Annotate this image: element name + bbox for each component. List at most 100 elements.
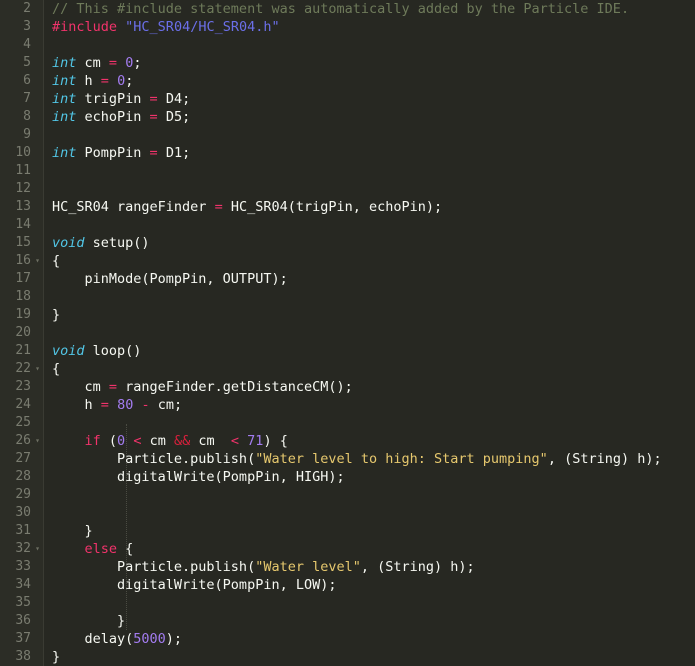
line-number-22[interactable]: 22 ▾ — [0, 360, 44, 378]
code-token: delay( — [52, 631, 134, 647]
code-token: cm; — [149, 397, 183, 413]
line-number-19[interactable]: 19 — [0, 306, 44, 324]
line-number-18[interactable]: 18 — [0, 288, 44, 306]
code-token: int — [52, 91, 77, 107]
code-line[interactable]: delay(5000); — [44, 630, 695, 648]
code-token: ; — [125, 73, 134, 89]
code-line[interactable]: else { — [44, 540, 695, 558]
line-number-23[interactable]: 23 — [0, 378, 44, 396]
code-line[interactable] — [44, 504, 695, 522]
line-number-10[interactable]: 10 — [0, 144, 44, 162]
code-line[interactable]: } — [44, 306, 695, 324]
line-number-9[interactable]: 9 — [0, 126, 44, 144]
code-line[interactable]: Particle.publish("Water level to high: S… — [44, 450, 695, 468]
code-content-area[interactable]: // This #include statement was automatic… — [44, 0, 695, 666]
code-line[interactable]: { — [44, 252, 695, 270]
code-line[interactable]: pinMode(PompPin, OUTPUT); — [44, 270, 695, 288]
code-line[interactable]: Particle.publish("Water level", (String)… — [44, 558, 695, 576]
line-number-24[interactable]: 24 — [0, 396, 44, 414]
code-token: { — [52, 361, 61, 377]
code-token: // This #include statement was automatic… — [52, 1, 630, 17]
line-number-12[interactable]: 12 — [0, 180, 44, 198]
code-line[interactable]: h = 80 - cm; — [44, 396, 695, 414]
code-editor[interactable]: 2 3 4 5 6 7 8 9 10 11 12 13 14 15 16 ▾ 17 18 19 20 21 22 ▾ 23 24… — [0, 0, 695, 666]
code-line[interactable] — [44, 216, 695, 234]
code-line[interactable] — [44, 594, 695, 612]
chevron-down-icon[interactable]: ▾ — [33, 252, 42, 270]
line-number-37[interactable]: 37 — [0, 630, 44, 648]
code-line[interactable]: // This #include statement was automatic… — [44, 0, 695, 18]
code-token: ( — [100, 433, 118, 449]
line-number-2[interactable]: 2 — [0, 0, 44, 18]
code-token: cm — [141, 433, 174, 449]
code-line[interactable]: cm = rangeFinder.getDistanceCM(); — [44, 378, 695, 396]
line-number-26[interactable]: 26 ▾ — [0, 432, 44, 450]
code-line[interactable]: } — [44, 612, 695, 630]
line-number-27[interactable]: 27 — [0, 450, 44, 468]
code-line[interactable]: int trigPin = D4; — [44, 90, 695, 108]
line-number-3[interactable]: 3 — [0, 18, 44, 36]
code-line[interactable]: digitalWrite(PompPin, LOW); — [44, 576, 695, 594]
line-number-14[interactable]: 14 — [0, 216, 44, 234]
line-number-30[interactable]: 30 — [0, 504, 44, 522]
code-token: ) { — [263, 433, 288, 449]
code-line[interactable]: int cm = 0; — [44, 54, 695, 72]
code-line[interactable]: void loop() — [44, 342, 695, 360]
line-number-17[interactable]: 17 — [0, 270, 44, 288]
line-number-15[interactable]: 15 — [0, 234, 44, 252]
code-line[interactable]: digitalWrite(PompPin, HIGH); — [44, 468, 695, 486]
line-number-5[interactable]: 5 — [0, 54, 44, 72]
chevron-down-icon[interactable]: ▾ — [33, 360, 42, 378]
code-line[interactable]: HC_SR04 rangeFinder = HC_SR04(trigPin, e… — [44, 198, 695, 216]
code-line[interactable] — [44, 324, 695, 342]
line-number-35[interactable]: 35 — [0, 594, 44, 612]
code-line[interactable] — [44, 486, 695, 504]
code-token: = — [108, 379, 118, 395]
code-token: = — [214, 199, 223, 215]
line-number-28[interactable]: 28 — [0, 468, 44, 486]
line-number-13[interactable]: 13 — [0, 198, 44, 216]
code-token: = — [149, 91, 158, 107]
line-number-16[interactable]: 16 ▾ — [0, 252, 44, 270]
chevron-down-icon[interactable]: ▾ — [33, 540, 42, 558]
line-number-20[interactable]: 20 — [0, 324, 44, 342]
code-token: Particle.publish( — [52, 559, 256, 575]
code-line[interactable] — [44, 414, 695, 432]
line-number-21[interactable]: 21 — [0, 342, 44, 360]
code-line[interactable]: #include "HC_SR04/HC_SR04.h" — [44, 18, 695, 36]
code-line[interactable] — [44, 126, 695, 144]
code-token: { — [117, 541, 134, 557]
code-token: void — [52, 343, 85, 359]
line-number-31[interactable]: 31 — [0, 522, 44, 540]
code-line[interactable]: } — [44, 648, 695, 666]
line-number-7[interactable]: 7 — [0, 90, 44, 108]
code-line[interactable]: if (0 < cm && cm < 71) { — [44, 432, 695, 450]
line-number-38[interactable]: 38 — [0, 648, 44, 666]
code-line[interactable] — [44, 36, 695, 54]
code-line[interactable]: void setup() — [44, 234, 695, 252]
code-line[interactable]: int PompPin = D1; — [44, 144, 695, 162]
code-line[interactable] — [44, 288, 695, 306]
line-number-25[interactable]: 25 — [0, 414, 44, 432]
line-number-11[interactable]: 11 — [0, 162, 44, 180]
line-number-29[interactable]: 29 — [0, 486, 44, 504]
line-number-32[interactable]: 32 ▾ — [0, 540, 44, 558]
code-token: } — [52, 307, 61, 323]
code-token: void — [52, 235, 85, 251]
line-number-33[interactable]: 33 — [0, 558, 44, 576]
code-line[interactable]: int echoPin = D5; — [44, 108, 695, 126]
line-number-gutter[interactable]: 2 3 4 5 6 7 8 9 10 11 12 13 14 15 16 ▾ 17 18 19 20 21 22 ▾ 23 24… — [0, 0, 44, 666]
code-line[interactable] — [44, 162, 695, 180]
line-number-4[interactable]: 4 — [0, 36, 44, 54]
chevron-down-icon[interactable]: ▾ — [33, 432, 42, 450]
code-line[interactable]: int h = 0; — [44, 72, 695, 90]
code-line[interactable]: { — [44, 360, 695, 378]
code-token: 71 — [247, 433, 264, 449]
code-line[interactable]: } — [44, 522, 695, 540]
code-token: , (String) h); — [547, 451, 662, 467]
code-line[interactable] — [44, 180, 695, 198]
line-number-36[interactable]: 36 — [0, 612, 44, 630]
line-number-34[interactable]: 34 — [0, 576, 44, 594]
line-number-8[interactable]: 8 — [0, 108, 44, 126]
line-number-6[interactable]: 6 — [0, 72, 44, 90]
